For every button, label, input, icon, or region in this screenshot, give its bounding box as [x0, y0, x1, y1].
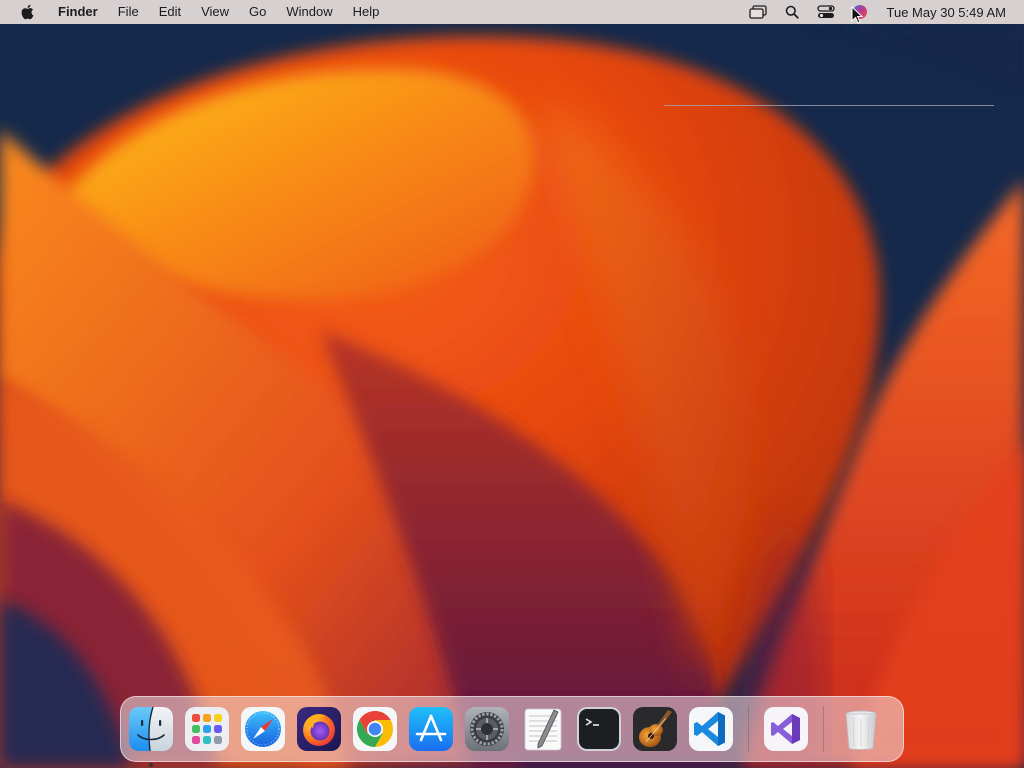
dock	[120, 696, 904, 767]
finder-running-indicator	[149, 763, 153, 767]
menu-edit[interactable]: Edit	[149, 0, 191, 24]
dock-textedit[interactable]	[520, 706, 566, 752]
control-center-icon[interactable]	[815, 3, 837, 21]
spotlight-search-icon[interactable]	[781, 3, 803, 21]
trash-icon	[845, 710, 877, 750]
dock-garageband[interactable]	[632, 706, 678, 752]
dock-separator-trash	[823, 706, 824, 752]
menu-bar-left: Finder File Edit View Go Window Help	[0, 0, 389, 24]
terminal-icon	[577, 707, 621, 751]
textedit-icon	[524, 708, 562, 751]
chrome-icon	[353, 707, 397, 751]
garageband-icon	[633, 707, 677, 751]
menu-window[interactable]: Window	[276, 0, 342, 24]
dock-launchpad[interactable]	[184, 706, 230, 752]
menu-bar: Finder File Edit View Go Window Help Tue…	[0, 0, 1024, 24]
dock-system-settings[interactable]	[464, 706, 510, 752]
dock-firefox[interactable]	[296, 706, 342, 752]
menu-help[interactable]: Help	[343, 0, 390, 24]
visual-studio-icon	[764, 707, 808, 751]
thin-line-artifact	[664, 105, 994, 106]
finder-icon	[129, 706, 173, 752]
safari-icon	[241, 707, 285, 751]
dock-finder[interactable]	[128, 706, 174, 767]
apple-menu-icon[interactable]	[18, 3, 36, 21]
menu-view[interactable]: View	[191, 0, 239, 24]
desktop-wallpaper	[0, 0, 1024, 768]
menu-bar-clock[interactable]: Tue May 30 5:49 AM	[887, 5, 1006, 20]
app-store-icon	[409, 707, 453, 751]
menu-app-name[interactable]: Finder	[50, 0, 108, 24]
dock-app-store[interactable]	[408, 706, 454, 752]
menu-bar-right: Tue May 30 5:49 AM	[741, 0, 1024, 24]
vscode-icon	[689, 707, 733, 751]
mouse-cursor-icon	[851, 6, 863, 24]
dock-terminal[interactable]	[576, 706, 622, 752]
firefox-icon	[297, 707, 341, 751]
desktop[interactable]: Finder File Edit View Go Window Help Tue…	[0, 0, 1024, 768]
dock-vscode[interactable]	[688, 706, 734, 752]
dock-chrome[interactable]	[352, 706, 398, 752]
dock-safari[interactable]	[240, 706, 286, 752]
dock-separator	[748, 706, 749, 752]
menu-go[interactable]: Go	[239, 0, 276, 24]
launchpad-icon	[185, 707, 229, 751]
menu-file[interactable]: File	[108, 0, 149, 24]
dock-visual-studio[interactable]	[763, 706, 809, 752]
system-settings-icon	[465, 707, 509, 751]
screen-mirroring-icon[interactable]	[747, 3, 769, 21]
dock-trash[interactable]	[838, 706, 884, 752]
